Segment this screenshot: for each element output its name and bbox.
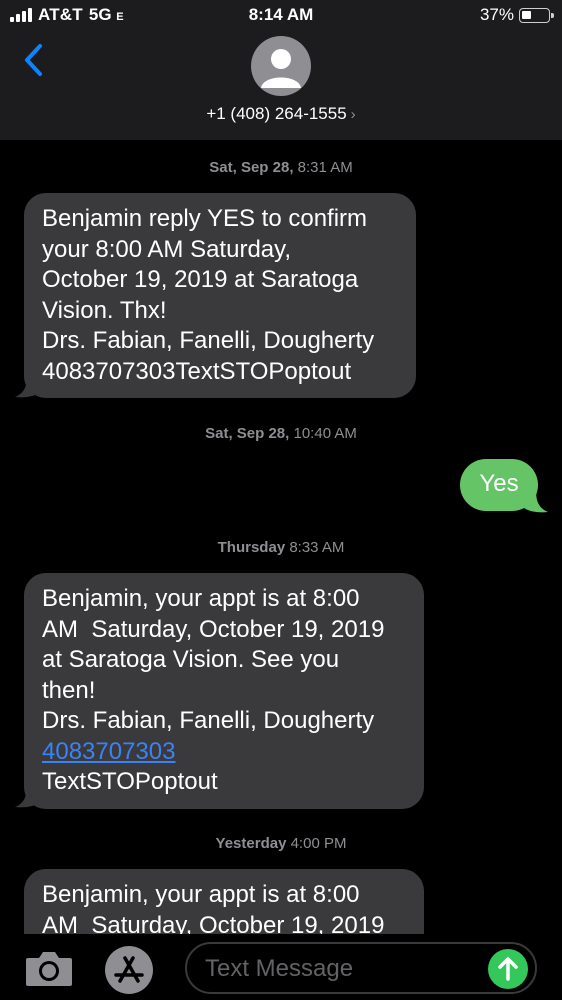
battery-icon (519, 7, 554, 23)
camera-button[interactable] (24, 950, 74, 988)
message-line: your 8:00 AM Saturday, (42, 235, 292, 263)
message-input-field[interactable] (185, 942, 537, 994)
message-line: Drs. Fabian, Fanelli, Dougherty (42, 707, 375, 734)
message-bubble-incoming[interactable]: Benjamin reply YES to confirm your 8:00 … (24, 193, 416, 398)
message-line: Benjamin reply YES to confirm (42, 205, 368, 232)
message-line: Drs. Fabian, Fanelli, Dougherty (42, 327, 375, 354)
person-icon (261, 49, 301, 88)
message-line: 4083707303TextSTOPoptout (42, 357, 352, 385)
contact-name-button[interactable]: +1 (408) 264-1555 › (0, 104, 562, 124)
camera-icon (26, 952, 72, 986)
contact-number: +1 (408) 264-1555 (206, 104, 347, 123)
back-button[interactable] (20, 40, 50, 80)
chevron-right-icon: › (350, 106, 356, 123)
message-line: at Saratoga Vision. See you (42, 646, 340, 673)
message-timestamp: Thursday 8:33 AM (217, 539, 345, 556)
status-right: 37% (479, 5, 554, 25)
message-bubble-outgoing[interactable]: Yes (460, 459, 538, 511)
message-timestamp: Sat, Sep 28, 10:40 AM (205, 425, 357, 442)
app-drawer-button[interactable] (105, 946, 153, 994)
message-line: Benjamin, your appt is at 8:00 (42, 585, 360, 612)
send-button[interactable] (488, 949, 528, 989)
status-bar: AT&T 5G E 8:14 AM 37% (0, 0, 562, 30)
message-line: AM Saturday, October 19, 2019 (42, 615, 385, 643)
message-bubble-incoming[interactable]: Benjamin, your appt is at 8:00 AM Saturd… (24, 573, 424, 809)
compose-bar (0, 934, 562, 1000)
contact-avatar[interactable] (251, 36, 311, 96)
app-store-icon (114, 956, 144, 983)
chevron-left-icon (25, 44, 42, 76)
message-timestamp: Yesterday 4:00 PM (215, 835, 347, 852)
phone-link[interactable]: 4083707303 (42, 738, 175, 765)
message-timestamp: Sat, Sep 28, 8:31 AM (209, 159, 353, 176)
message-line: Vision. Thx! (42, 296, 167, 324)
message-line: then! (42, 676, 96, 704)
message-line: Benjamin, your appt is at 8:00 (42, 881, 360, 908)
message-line: Yes (479, 470, 519, 497)
message-input[interactable] (205, 954, 485, 984)
status-time: 8:14 AM (248, 5, 314, 24)
message-line: October 19, 2019 at Saratoga (42, 266, 359, 293)
battery-percent: 37% (479, 5, 514, 24)
message-line: TextSTOPoptout (42, 768, 218, 795)
conversation-header: AT&T 5G E 8:14 AM 37% +1 (408) 264-1555 › (0, 0, 562, 140)
arrow-up-icon (498, 957, 518, 981)
